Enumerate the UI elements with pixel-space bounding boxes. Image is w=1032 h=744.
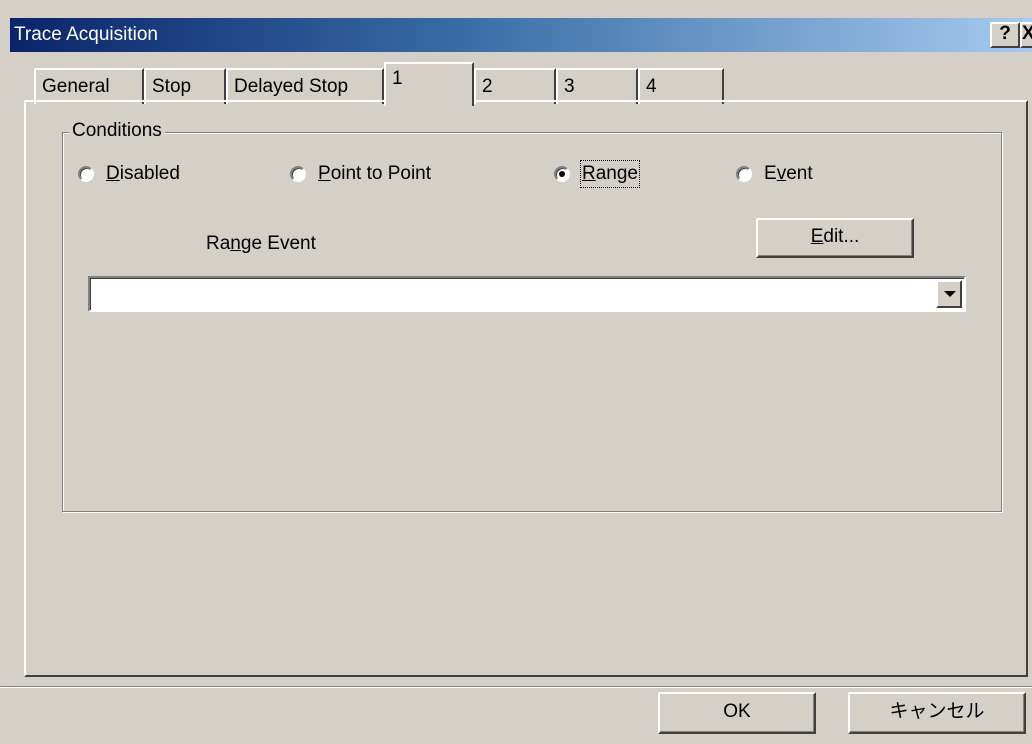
help-button[interactable]: ? — [990, 22, 1020, 48]
tab-stop[interactable]: Stop — [144, 68, 226, 104]
title-bar[interactable]: Trace Acquisition ? X — [10, 18, 1032, 52]
radio-point-to-point-circle[interactable] — [290, 166, 306, 182]
radio-event-label: Event — [764, 163, 813, 184]
ok-button[interactable]: OK — [658, 692, 816, 734]
close-button[interactable]: X — [1020, 22, 1032, 48]
radio-event-circle[interactable] — [736, 166, 752, 182]
window-title: Trace Acquisition — [14, 24, 158, 45]
radio-disabled-label: Disabled — [106, 163, 180, 184]
radio-disabled[interactable]: Disabled — [78, 162, 180, 186]
footer-separator — [0, 686, 1032, 688]
tab-panel-1: Conditions — [24, 100, 1028, 677]
chevron-down-icon[interactable] — [936, 280, 962, 308]
conditions-groupbox: Conditions — [62, 119, 1002, 512]
tab-2[interactable]: 2 — [474, 68, 556, 104]
radio-range-circle[interactable] — [554, 166, 570, 182]
tab-delayed-stop[interactable]: Delayed Stop — [226, 68, 384, 104]
tab-1[interactable]: 1 — [384, 62, 474, 106]
radio-point-to-point[interactable]: Point to Point — [290, 162, 431, 186]
conditions-label: Conditions — [69, 119, 165, 143]
tab-3[interactable]: 3 — [556, 68, 638, 104]
range-event-combobox[interactable] — [88, 276, 966, 312]
edit-button[interactable]: Edit... — [756, 218, 914, 258]
radio-event[interactable]: Event — [736, 162, 813, 186]
radio-disabled-circle[interactable] — [78, 166, 94, 182]
range-event-label: Range Event — [206, 233, 316, 254]
tab-4[interactable]: 4 — [638, 68, 724, 104]
tab-general[interactable]: General — [34, 68, 144, 104]
radio-range-label: Range — [579, 160, 641, 188]
trace-acquisition-dialog: Trace Acquisition ? X General Stop Delay… — [0, 0, 1032, 744]
radio-point-to-point-label: Point to Point — [318, 163, 432, 184]
radio-range[interactable]: Range — [554, 160, 641, 188]
cancel-button[interactable]: キャンセル — [848, 692, 1026, 734]
